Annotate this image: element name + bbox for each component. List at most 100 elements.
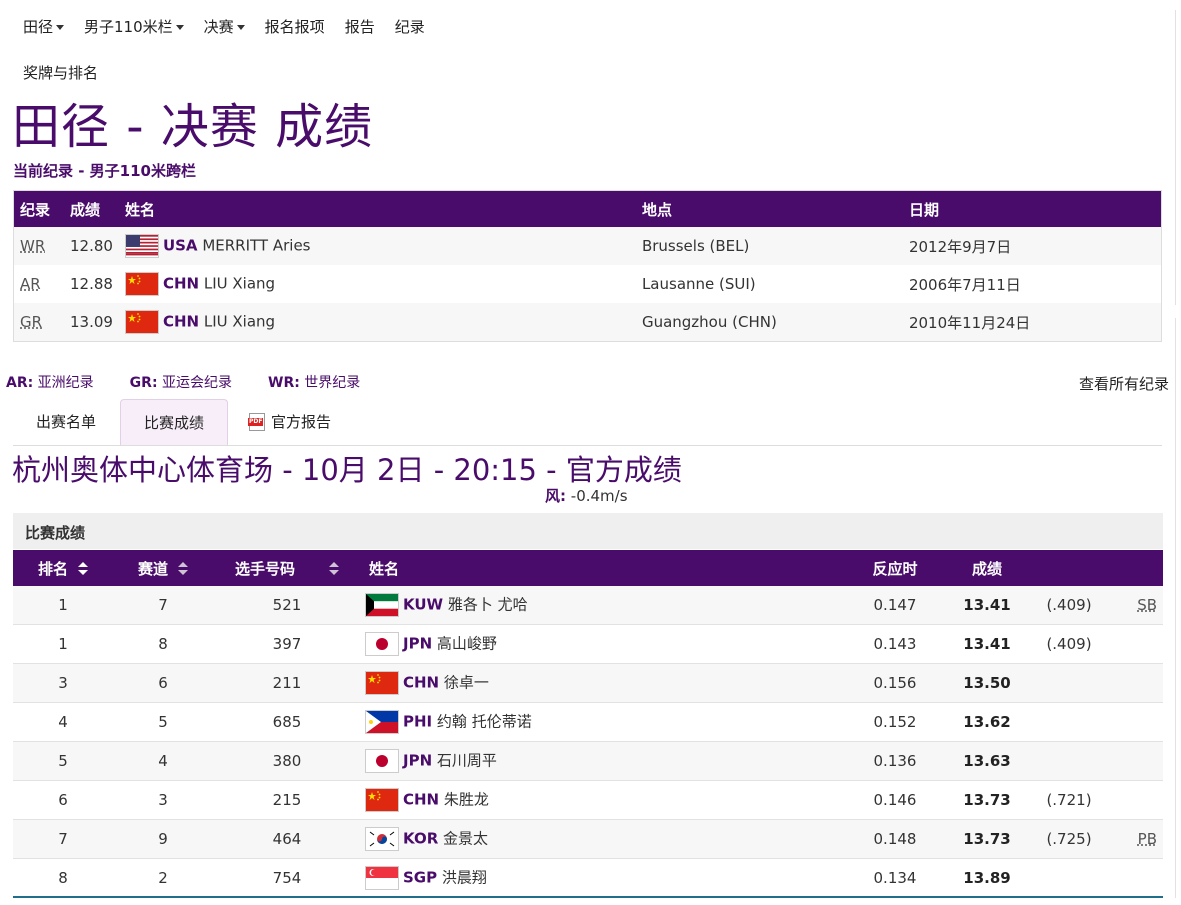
athlete-name[interactable]: LIU Xiang: [204, 313, 275, 331]
athlete-name[interactable]: 约翰 托伦蒂诺: [437, 713, 532, 731]
reaction-cell: 0.148: [845, 819, 945, 859]
records-body: WR 12.80 USA MERRITT Aries Brussels (BEL) 20…: [13, 227, 1162, 342]
table-row[interactable]: 1 8 397 JPN 高山峻野 0.143 13.41 (.409): [13, 624, 1163, 664]
result-cell: 13.41: [945, 624, 1029, 664]
athlete-name[interactable]: 石川周平: [437, 752, 497, 770]
nav-event-label: 男子110米栏: [84, 18, 173, 36]
tab-official-report[interactable]: PDF 官方报告: [248, 399, 359, 444]
legend-gr-text: 亚运会纪录: [162, 375, 232, 391]
reaction-cell: 0.147: [845, 586, 945, 625]
noc-code: USA: [162, 236, 198, 255]
col-bib[interactable]: 选手号码: [213, 550, 361, 586]
tab-results[interactable]: 比赛成绩: [120, 399, 228, 445]
wind-info: 风: -0.4m/s: [545, 485, 628, 506]
bib-cell: 215: [213, 780, 361, 820]
athlete-cell: KOR 金景太: [361, 819, 845, 859]
record-date: 2010年11月24日: [902, 303, 1162, 342]
rank-cell: 3: [13, 663, 113, 703]
nav-sport[interactable]: 田径: [13, 12, 74, 41]
athlete-name[interactable]: 洪晨翔: [442, 869, 487, 887]
col-bib-label: 选手号码: [234, 559, 295, 578]
athlete-name[interactable]: MERRITT Aries: [202, 237, 310, 255]
nav-medals[interactable]: 奖牌与排名: [23, 62, 98, 83]
athlete-name[interactable]: 徐卓一: [444, 674, 489, 692]
col-rank[interactable]: 排名: [13, 550, 113, 586]
legend-ar-text: 亚洲纪录: [37, 375, 94, 391]
record-note-cell: [1109, 624, 1163, 664]
reaction-cell: 0.143: [845, 624, 945, 664]
results-header-row: 排名 赛道 选手号码 姓名 反应时 成绩: [13, 550, 1163, 586]
record-type: AR: [14, 265, 65, 303]
nav-event[interactable]: 男子110米栏: [74, 12, 194, 41]
tab-start-list[interactable]: 出赛名单: [13, 399, 119, 444]
reaction-cell: 0.156: [845, 663, 945, 703]
table-row[interactable]: 8 2 754 SGP 洪晨翔 0.134 13.89: [13, 858, 1163, 898]
athlete-name[interactable]: LIU Xiang: [204, 275, 275, 293]
record-type: GR: [13, 303, 64, 342]
lane-cell: 7: [113, 586, 213, 625]
col-note: [1109, 550, 1163, 586]
divider: [1175, 10, 1176, 305]
lane-cell: 4: [113, 741, 213, 781]
athlete-name[interactable]: 朱胜龙: [444, 791, 489, 809]
table-row[interactable]: 1 7 521 KUW 雅各卜 尤哈 0.147 13.41 (.409) SB: [13, 586, 1163, 625]
result-tabs: 出赛名单 比赛成绩 PDF 官方报告: [13, 399, 1162, 446]
col-mark: 成绩: [64, 190, 119, 227]
nav-phase[interactable]: 决赛: [194, 12, 255, 41]
tiebreak-cell: [1029, 741, 1109, 781]
tiebreak-cell: (.409): [1029, 586, 1109, 625]
table-row[interactable]: 3 6 211 CHN 徐卓一 0.156 13.50: [13, 663, 1163, 703]
noc-code: JPN: [403, 634, 433, 653]
legend-wr: WR: 世界纪录: [268, 372, 360, 392]
col-lane[interactable]: 赛道: [113, 550, 213, 586]
table-row[interactable]: 6 3 215 CHN 朱胜龙 0.146 13.73 (.721): [13, 780, 1163, 820]
bib-cell: 464: [213, 819, 361, 859]
athlete-name[interactable]: 雅各卜 尤哈: [448, 596, 528, 614]
rank-cell: 4: [13, 702, 113, 742]
record-place: Brussels (BEL): [635, 227, 903, 265]
col-record: 纪录: [13, 190, 64, 227]
nav-entries[interactable]: 报名报项: [255, 12, 335, 41]
flag-icon: [365, 788, 399, 812]
result-cell: 13.73: [945, 819, 1029, 859]
nav-records[interactable]: 纪录: [385, 12, 435, 41]
results-table: 排名 赛道 选手号码 姓名 反应时 成绩 1 7 521 KUW 雅各卜 尤哈 0.14…: [13, 550, 1163, 898]
record-note-cell: PB: [1109, 819, 1163, 859]
record-date: 2006年7月11日: [908, 275, 1021, 294]
table-row[interactable]: 7 9 464 KOR 金景太 0.148 13.73 (.725) PB: [13, 819, 1163, 859]
athlete-cell: PHI 约翰 托伦蒂诺: [361, 702, 845, 742]
col-name: 姓名: [118, 190, 636, 227]
reaction-cell: 0.152: [845, 702, 945, 742]
noc-code: CHN: [403, 790, 440, 809]
tiebreak-cell: [1029, 858, 1109, 898]
athlete-cell: JPN 石川周平: [361, 741, 845, 781]
record-abbr: AR: [20, 275, 41, 293]
page-title: 田径 - 决赛 成绩: [12, 99, 374, 155]
flag-icon: [365, 827, 399, 851]
col-rank-label: 排名: [37, 559, 68, 578]
noc-code: JPN: [403, 751, 433, 770]
tiebreak-cell: [1029, 663, 1109, 703]
bib-cell: 521: [213, 586, 361, 625]
table-row[interactable]: 4 5 685 PHI 约翰 托伦蒂诺 0.152 13.62: [13, 702, 1163, 742]
noc-code: CHN: [162, 312, 200, 331]
rank-cell: 5: [13, 741, 113, 781]
athlete-name[interactable]: 高山峻野: [437, 635, 497, 653]
nav-reports[interactable]: 报告: [335, 12, 385, 41]
top-nav: 田径 男子110米栏 决赛 报名报项 报告 纪录: [13, 12, 435, 41]
results-body: 1 7 521 KUW 雅各卜 尤哈 0.147 13.41 (.409) SB 1 8 397 JP…: [13, 586, 1163, 898]
tiebreak-cell: [1029, 702, 1109, 742]
records-title: 当前纪录 - 男子110米跨栏: [13, 162, 196, 180]
divider: [1175, 318, 1176, 898]
all-records-link[interactable]: 查看所有纪录: [1079, 373, 1169, 394]
record-note-cell: [1109, 780, 1163, 820]
record-holder: USA MERRITT Aries: [118, 227, 636, 265]
flag-icon: [365, 749, 399, 773]
table-row[interactable]: 5 4 380 JPN 石川周平 0.136 13.63: [13, 741, 1163, 781]
rank-cell: 7: [13, 819, 113, 859]
athlete-name[interactable]: 金景太: [443, 830, 488, 848]
record-holder: CHN LIU Xiang: [118, 303, 636, 342]
wind-label: 风:: [545, 487, 566, 505]
flag-icon: [365, 866, 399, 890]
lane-cell: 3: [113, 780, 213, 820]
